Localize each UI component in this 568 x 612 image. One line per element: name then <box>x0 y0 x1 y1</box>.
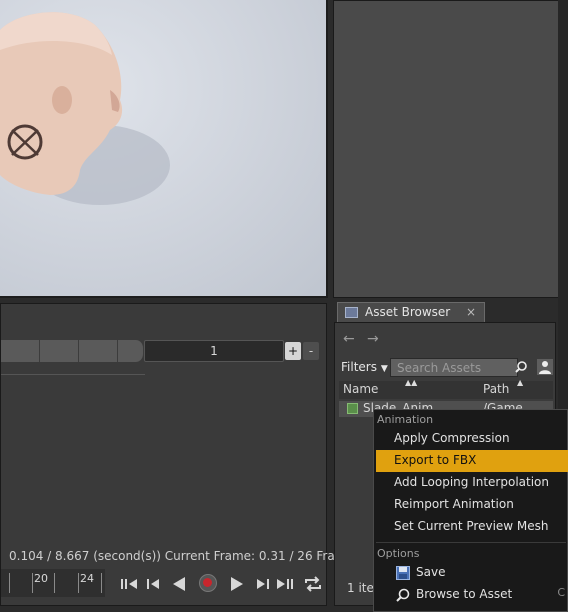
menu-item-label: Set Current Preview Mesh <box>394 519 549 533</box>
step-back-icon[interactable] <box>143 574 163 594</box>
section-heading-animation: Animation <box>377 413 434 426</box>
ruler-label: 20 <box>34 572 48 585</box>
menu-item-label: Save <box>416 565 446 579</box>
clipped-shortcut-text: C <box>557 586 565 599</box>
tab-asset-browser[interactable]: Asset Browser × <box>337 302 485 322</box>
add-button[interactable]: + <box>285 342 301 360</box>
menu-item-label: Export to FBX <box>394 453 477 467</box>
search-input[interactable]: Search Assets <box>390 358 518 377</box>
record-icon <box>199 574 217 592</box>
context-menu: Animation Apply Compression Export to FB… <box>373 409 568 612</box>
menu-item-save[interactable]: Save <box>376 562 568 584</box>
ruler-tick <box>101 573 102 593</box>
step-forward-icon[interactable] <box>253 574 273 594</box>
play-reverse-icon[interactable] <box>169 574 189 594</box>
ruler-tick <box>9 573 10 593</box>
skip-to-start-icon[interactable] <box>119 574 139 594</box>
menu-item-set-current-preview-mesh[interactable]: Set Current Preview Mesh <box>376 516 568 538</box>
ruler-label: 24 <box>80 572 94 585</box>
back-arrow-icon[interactable]: ← <box>343 331 355 347</box>
divider <box>1 374 145 375</box>
search-icon[interactable] <box>515 361 527 373</box>
track-segment[interactable] <box>118 340 144 362</box>
ruler-tick <box>54 573 55 593</box>
remove-button[interactable]: - <box>303 342 319 360</box>
user-icon[interactable] <box>537 359 553 375</box>
menu-item-label: Reimport Animation <box>394 497 514 511</box>
timeline-ruler[interactable]: 20 24 <box>1 569 105 597</box>
tab-label: Asset Browser <box>365 305 451 319</box>
menu-item-reimport-animation[interactable]: Reimport Animation <box>376 494 568 516</box>
track-segment[interactable] <box>40 340 79 362</box>
skip-to-end-icon[interactable] <box>275 574 295 594</box>
character-head-preview <box>0 12 170 205</box>
filters-dropdown[interactable]: Filters ▼ <box>341 360 388 374</box>
animation-asset-icon <box>347 403 358 414</box>
forward-arrow-icon[interactable]: → <box>367 331 379 347</box>
sort-icon: ▲ <box>517 378 524 387</box>
track-segment[interactable] <box>1 340 40 362</box>
track-value: 1 <box>210 344 218 358</box>
search-placeholder: Search Assets <box>397 361 482 375</box>
column-path[interactable]: Path <box>483 382 509 396</box>
sort-icon: ▲▲ <box>405 378 418 387</box>
column-header: Name ▲▲ Path ▲ <box>339 378 553 399</box>
play-icon[interactable] <box>227 574 247 594</box>
chevron-down-icon: ▼ <box>380 364 388 374</box>
browse-icon <box>396 588 410 602</box>
track-segment[interactable] <box>79 340 118 362</box>
asset-browser-icon <box>345 307 358 318</box>
playback-status: 0.104 / 8.667 (second(s)) Current Frame:… <box>9 549 354 563</box>
menu-item-label: Apply Compression <box>394 431 510 445</box>
menu-item-browse-to-asset[interactable]: Browse to Asset <box>376 584 568 606</box>
viewport[interactable] <box>0 0 328 298</box>
save-icon <box>396 566 410 580</box>
loop-icon[interactable] <box>303 574 323 594</box>
menu-item-export-to-fbx[interactable]: Export to FBX <box>376 450 568 472</box>
menu-separator <box>376 542 566 543</box>
close-icon[interactable]: × <box>466 305 476 319</box>
ruler-tick <box>78 573 79 593</box>
menu-item-label: Browse to Asset <box>416 587 513 601</box>
menu-item-label: Add Looping Interpolation <box>394 475 549 489</box>
filters-label: Filters <box>341 360 377 374</box>
track-value-field[interactable]: 1 <box>144 340 284 362</box>
menu-item-apply-compression[interactable]: Apply Compression <box>376 428 568 450</box>
record-button[interactable] <box>199 574 219 594</box>
ruler-tick <box>32 573 33 593</box>
section-heading-options: Options <box>377 547 420 560</box>
menu-item-add-looping-interpolation[interactable]: Add Looping Interpolation <box>376 472 568 494</box>
timeline-panel: 1 + - 0.104 / 8.667 (second(s)) Current … <box>0 303 354 606</box>
column-name[interactable]: Name <box>343 382 378 396</box>
track-row: 1 + - <box>1 340 321 362</box>
details-panel <box>333 0 559 298</box>
